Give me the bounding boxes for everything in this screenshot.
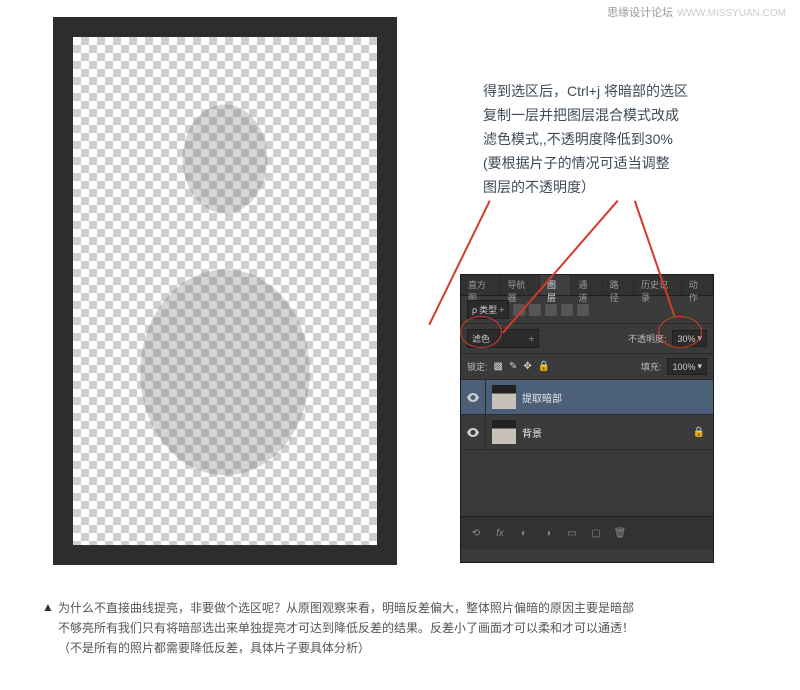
new-group-icon[interactable]: ▭ (565, 526, 579, 540)
lock-label: 锁定: (467, 360, 488, 373)
lock-icon: 🔒 (693, 427, 705, 438)
eye-icon (467, 428, 479, 437)
layer-preview-silhouette (73, 37, 377, 545)
layer-name[interactable]: 背景 (522, 425, 542, 440)
link-layers-icon[interactable]: ⟲ (469, 526, 483, 540)
watermark-url: WWW.MISSYUAN.COM (677, 8, 786, 19)
lock-all-icon[interactable]: 🔒 (538, 361, 550, 372)
explain-line: (要根据片子的情况可适当调整 (483, 151, 753, 175)
layer-thumbnail[interactable] (492, 385, 516, 409)
layer-row[interactable]: 提取暗部 (461, 380, 713, 415)
delete-layer-icon[interactable]: 🗑 (613, 526, 627, 540)
footnote-line: 为什么不直接曲线提亮，非要做个选区呢？从原图观察来看，明暗反差偏大，整体照片偏暗… (58, 598, 758, 618)
explain-line: 滤色模式,,不透明度降低到30% (483, 127, 753, 151)
fill-label: 填充: (641, 360, 662, 373)
footnote-line: 不够亮所有我们只有将暗部选出来单独提亮才可达到降低反差的结果。反差小了画面才可以… (58, 618, 758, 638)
photo-frame (53, 17, 397, 565)
tab-paths[interactable]: 路径 (603, 275, 634, 295)
layer-list: 提取暗部 背景 🔒 (461, 380, 713, 516)
tab-navigator[interactable]: 导航器 (501, 275, 541, 295)
tab-histogram[interactable]: 直方图 (461, 275, 501, 295)
new-layer-icon[interactable]: ▢ (589, 526, 603, 540)
explain-line: 复制一层并把图层混合模式改成 (483, 103, 753, 127)
triangle-bullet: ▲ (42, 600, 54, 614)
lock-position-icon[interactable]: ✥ (523, 361, 531, 372)
tab-history[interactable]: 历史记录 (634, 275, 682, 295)
annotation-circle-blend (460, 316, 502, 348)
layer-thumbnail[interactable] (492, 420, 516, 444)
adjustment-layer-icon[interactable]: ◑ (541, 526, 555, 540)
layers-empty-area (461, 450, 713, 516)
footnote: 为什么不直接曲线提亮，非要做个选区呢？从原图观察来看，明暗反差偏大，整体照片偏暗… (58, 598, 758, 658)
fill-value[interactable]: 100% ▾ (667, 358, 707, 375)
annotation-circle-opacity (658, 316, 702, 348)
layer-name[interactable]: 提取暗部 (522, 390, 562, 405)
eye-icon (467, 393, 479, 402)
lock-row: 锁定: ▩ ✎ ✥ 🔒 填充: 100% ▾ (461, 354, 713, 380)
lock-transparency-icon[interactable]: ▩ (494, 361, 503, 372)
filter-adjust-icon[interactable] (529, 304, 541, 316)
layer-fx-icon[interactable]: fx (493, 526, 507, 540)
footnote-line: （不是所有的照片都需要降低反差，具体片子要具体分析） (58, 638, 758, 658)
tab-actions[interactable]: 动作 (682, 275, 713, 295)
layer-row[interactable]: 背景 🔒 (461, 415, 713, 450)
visibility-toggle[interactable] (461, 380, 486, 414)
explain-line: 得到选区后，Ctrl+j 将暗部的选区 (483, 79, 753, 103)
watermark: 思缘设计论坛WWW.MISSYUAN.COM (607, 4, 786, 20)
panel-tabs: 直方图 导航器 图层 通道 路径 历史记录 动作 (461, 275, 713, 296)
photo-canvas (73, 37, 377, 545)
filter-smart-icon[interactable] (577, 304, 589, 316)
tab-channels[interactable]: 通道 (571, 275, 602, 295)
lock-pixels-icon[interactable]: ✎ (509, 361, 517, 372)
explanation-text: 得到选区后，Ctrl+j 将暗部的选区 复制一层并把图层混合模式改成 滤色模式,… (483, 79, 753, 199)
explain-line: 图层的不透明度） (483, 175, 753, 199)
layers-panel-footer: ⟲ fx ◐ ◑ ▭ ▢ 🗑 (461, 516, 713, 549)
add-mask-icon[interactable]: ◐ (517, 526, 531, 540)
filter-type-icon[interactable] (545, 304, 557, 316)
visibility-toggle[interactable] (461, 415, 486, 449)
filter-shape-icon[interactable] (561, 304, 573, 316)
transparency-checker (73, 37, 377, 545)
